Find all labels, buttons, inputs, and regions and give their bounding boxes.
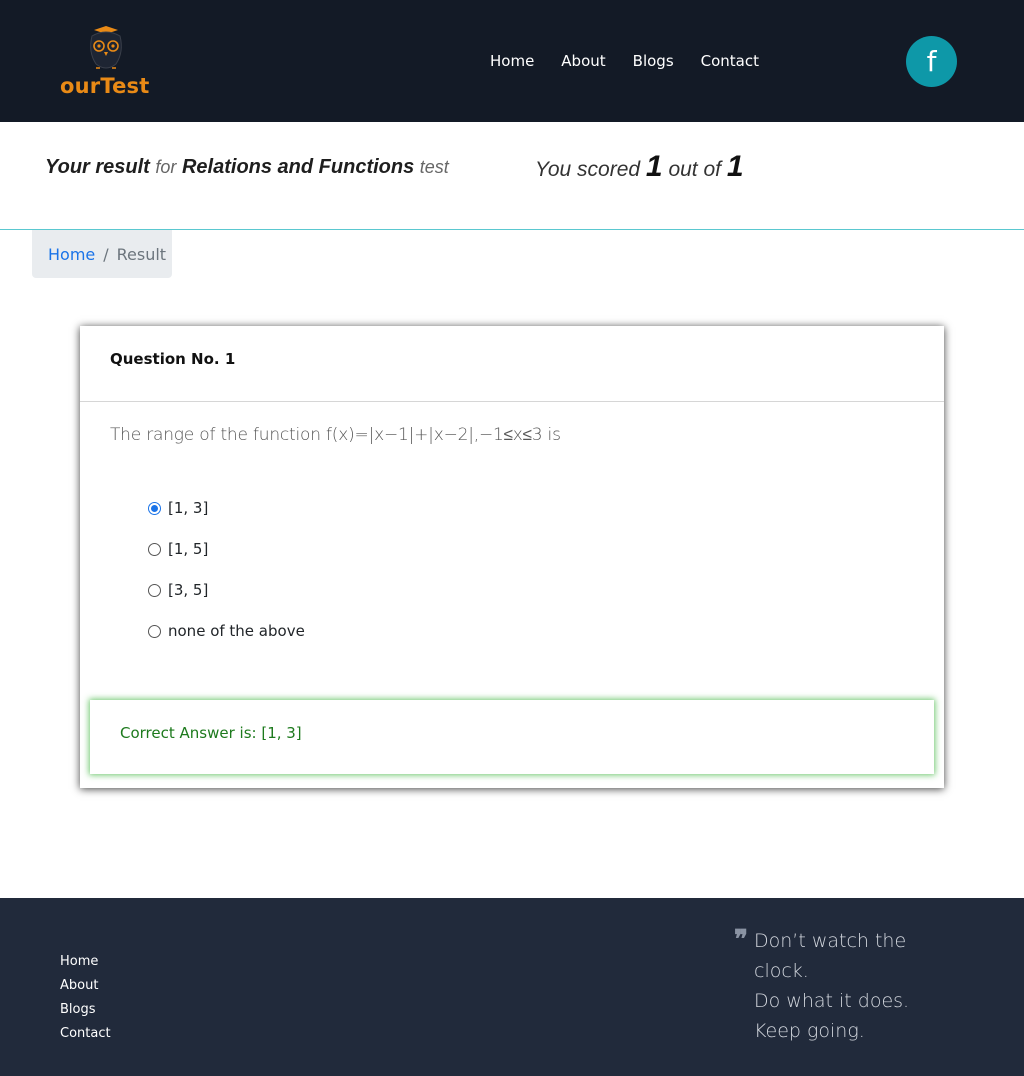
question-heading: Question No. 1 <box>80 326 944 402</box>
facebook-button[interactable]: f <box>906 36 957 87</box>
footer-link-home[interactable]: Home <box>60 950 111 974</box>
radio-button[interactable] <box>148 583 161 597</box>
result-test-word: test <box>419 157 449 177</box>
footer-link-blogs[interactable]: Blogs <box>60 998 111 1022</box>
option-label: none of the above <box>168 622 305 640</box>
option-label: [1, 3] <box>168 499 209 517</box>
radio-button[interactable] <box>148 624 161 638</box>
breadcrumb-current: Result <box>116 244 167 264</box>
out-of-label: out of <box>668 158 721 181</box>
nav-home[interactable]: Home <box>490 52 534 70</box>
option-item[interactable]: none of the above <box>148 606 305 656</box>
test-name: Relations and Functions <box>181 156 415 178</box>
question-card: Question No. 1 The range of the function… <box>80 326 944 788</box>
nav-contact[interactable]: Contact <box>701 52 759 70</box>
score-value: 1 <box>645 150 663 183</box>
breadcrumb: Home / Result <box>32 230 172 278</box>
breadcrumb-home[interactable]: Home <box>48 245 95 264</box>
logo[interactable]: ourTest <box>60 24 152 100</box>
footer-links: Home About Blogs Contact <box>60 950 111 1046</box>
total-value: 1 <box>726 150 744 183</box>
owl-logo-icon <box>90 26 122 69</box>
result-prefix: Your result <box>45 156 150 178</box>
question-text: The range of the function f(x)=|x−1|+|x−… <box>110 425 561 445</box>
result-title: Your result for Relations and Functions … <box>45 156 449 179</box>
answer-options: [1, 3] [1, 5] [3, 5] none of the above <box>148 483 305 656</box>
nav-about[interactable]: About <box>561 52 605 70</box>
breadcrumb-separator: / <box>103 244 109 264</box>
main-nav: Home About Blogs Contact <box>490 52 786 70</box>
facebook-icon: f <box>926 45 937 78</box>
score-summary: You scored 1 out of 1 <box>535 150 744 184</box>
option-label: [3, 5] <box>168 581 209 599</box>
quote-text: Don’t watch the clock. Do what it does. … <box>754 930 910 1042</box>
result-for: for <box>155 157 177 177</box>
site-footer: Home About Blogs Contact ❞ Don’t watch t… <box>0 898 1024 1076</box>
site-header: ourTest Home About Blogs Contact f <box>0 0 1024 122</box>
correct-answer-box: Correct Answer is: [1, 3] <box>90 700 934 774</box>
nav-blogs[interactable]: Blogs <box>633 52 674 70</box>
radio-button[interactable] <box>148 542 161 556</box>
option-label: [1, 5] <box>168 540 209 558</box>
logo-text: ourTest <box>60 74 150 98</box>
scored-label: You scored <box>535 158 641 181</box>
result-banner: Your result for Relations and Functions … <box>0 122 1024 230</box>
radio-button-selected[interactable] <box>148 501 161 515</box>
footer-link-contact[interactable]: Contact <box>60 1022 111 1046</box>
footer-link-about[interactable]: About <box>60 974 111 998</box>
quote-mark-icon: ❞ <box>734 925 748 955</box>
